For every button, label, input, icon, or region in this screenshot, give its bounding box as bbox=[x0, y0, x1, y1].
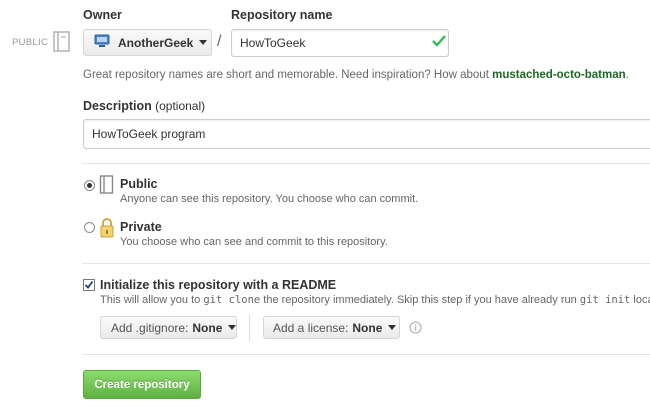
description-input[interactable] bbox=[83, 119, 650, 149]
visibility-badge: PUBLIC bbox=[12, 37, 49, 48]
public-radio[interactable] bbox=[84, 180, 95, 191]
checkmark-icon bbox=[432, 35, 446, 50]
gitignore-select[interactable]: Add .gitignore: None bbox=[100, 316, 237, 339]
owner-avatar-icon bbox=[94, 34, 110, 51]
check-icon bbox=[84, 280, 94, 289]
readme-checkbox[interactable] bbox=[83, 279, 95, 291]
private-title: Private bbox=[120, 220, 162, 234]
private-description: You choose who can see and commit to thi… bbox=[120, 236, 388, 248]
owner-repo-separator: / bbox=[217, 33, 222, 50]
readme-label: Initialize this repository with a README bbox=[100, 278, 337, 292]
repo-book-icon bbox=[52, 31, 72, 56]
divider bbox=[82, 263, 650, 264]
name-suggestion: Great repository names are short and mem… bbox=[83, 69, 629, 81]
info-icon[interactable] bbox=[409, 321, 422, 337]
public-description: Anyone can see this repository. You choo… bbox=[120, 193, 419, 205]
chevron-down-icon bbox=[388, 325, 397, 330]
public-title: Public bbox=[120, 177, 158, 191]
description-label: Description (optional) bbox=[83, 99, 206, 113]
owner-select[interactable]: AnotherGeek bbox=[83, 29, 212, 56]
divider bbox=[82, 163, 650, 164]
repository-name-label: Repository name bbox=[231, 8, 333, 22]
private-radio[interactable] bbox=[84, 222, 95, 233]
chevron-down-icon bbox=[199, 40, 208, 45]
lock-icon bbox=[99, 217, 115, 242]
chevron-down-icon bbox=[228, 325, 237, 330]
public-book-icon bbox=[99, 175, 115, 198]
divider bbox=[82, 354, 650, 355]
repository-name-input[interactable] bbox=[231, 29, 449, 57]
create-repository-button[interactable]: Create repository bbox=[83, 370, 201, 399]
owner-label: Owner bbox=[83, 8, 122, 22]
suggested-name-link[interactable]: mustached-octo-batman bbox=[492, 69, 626, 81]
owner-name: AnotherGeek bbox=[118, 35, 194, 50]
license-select[interactable]: Add a license: None bbox=[263, 316, 400, 339]
select-separator bbox=[249, 315, 250, 341]
readme-description: This will allow you to git clone the rep… bbox=[100, 294, 650, 306]
